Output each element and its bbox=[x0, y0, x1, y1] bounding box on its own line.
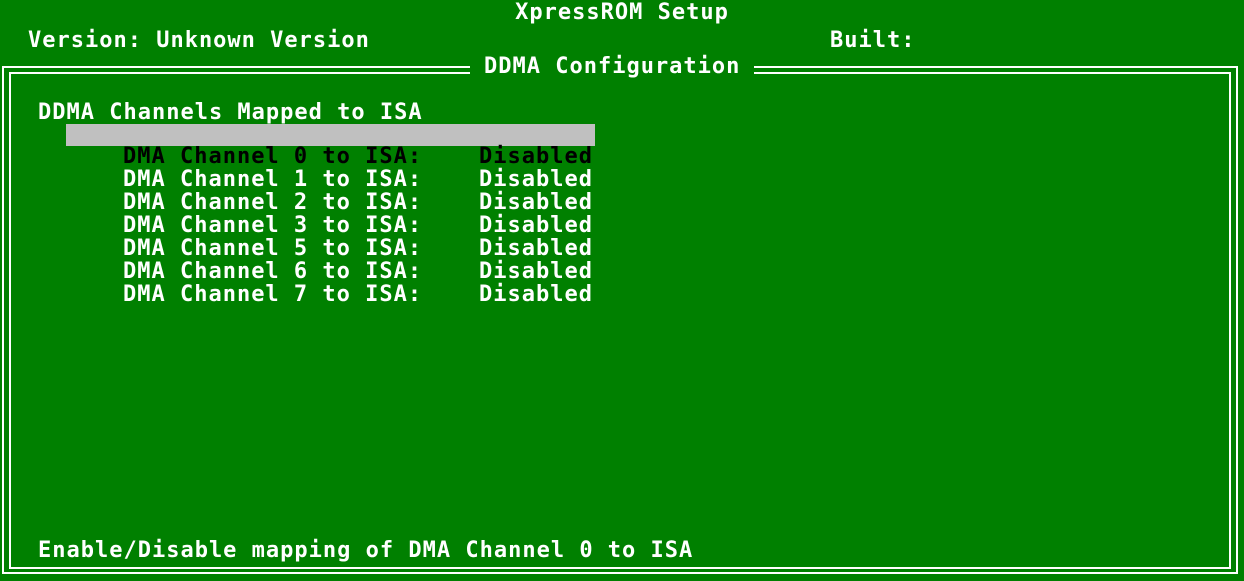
setting-row-dma-channel-1[interactable]: DMA Channel 1 to ISA: Disabled bbox=[66, 147, 593, 191]
bios-setup-screen: XpressROM Setup Version: Unknown Version… bbox=[0, 0, 1244, 581]
panel-title: DDMA Configuration bbox=[470, 56, 755, 78]
setting-value[interactable]: Disabled bbox=[479, 282, 593, 307]
setting-row-dma-channel-6[interactable]: DMA Channel 6 to ISA: Disabled bbox=[66, 239, 593, 283]
version-line: Version: Unknown Version bbox=[28, 28, 370, 53]
setting-row-dma-channel-7[interactable]: DMA Channel 7 to ISA: Disabled bbox=[66, 262, 593, 306]
setting-row-dma-channel-0[interactable]: DMA Channel 0 to ISA: Disabled bbox=[66, 124, 595, 168]
built-label: Built: bbox=[830, 28, 916, 53]
setting-label: DMA Channel 7 to ISA: bbox=[122, 282, 423, 307]
setting-row-dma-channel-2[interactable]: DMA Channel 2 to ISA: Disabled bbox=[66, 170, 593, 214]
setup-title: XpressROM Setup bbox=[515, 0, 729, 25]
help-text: Enable/Disable mapping of DMA Channel 0 … bbox=[38, 538, 694, 563]
setting-row-dma-channel-3[interactable]: DMA Channel 3 to ISA: Disabled bbox=[66, 193, 593, 237]
section-heading: DDMA Channels Mapped to ISA bbox=[38, 100, 423, 125]
setting-row-dma-channel-5[interactable]: DMA Channel 5 to ISA: Disabled bbox=[66, 216, 593, 260]
